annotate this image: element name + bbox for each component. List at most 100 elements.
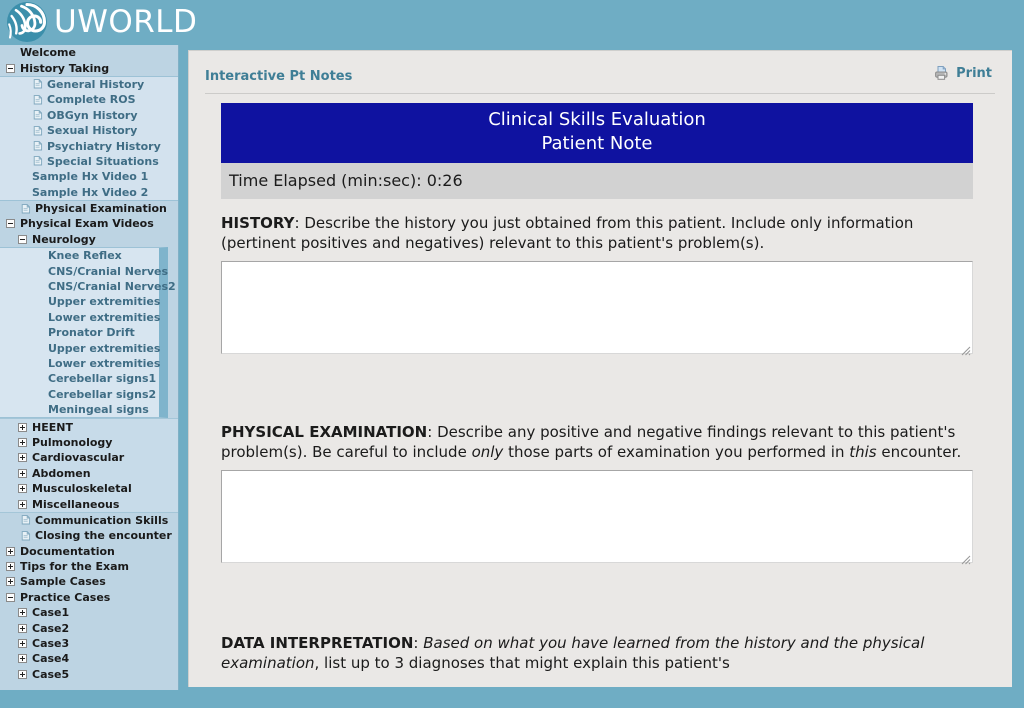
sidebar-item-tips-for-the-exam[interactable]: Tips for the Exam	[0, 559, 178, 574]
collapse-toggle-physical-exam-videos[interactable]	[6, 219, 15, 229]
sidebar-item-label: OBGyn History	[47, 108, 138, 122]
sidebar-item-sample-cases[interactable]: Sample Cases	[0, 574, 178, 589]
collapse-toggle-neurology[interactable]	[18, 234, 27, 244]
sidebar-item-case4[interactable]: Case4	[0, 651, 178, 666]
expand-toggle-documentation[interactable]	[6, 546, 15, 556]
sidebar-item-label: General History	[47, 77, 145, 91]
expand-toggle-case4[interactable]	[18, 654, 27, 664]
print-label: Print	[956, 65, 992, 81]
sidebar-item-label: Case2	[32, 621, 70, 635]
sidebar-item-upper-extremities[interactable]: Upper extremities	[0, 340, 160, 355]
expand-toggle-tips-for-the-exam[interactable]	[6, 562, 15, 572]
sidebar-item-label: Lower extremities	[48, 357, 161, 370]
sidebar-item-case3[interactable]: Case3	[0, 636, 178, 651]
sidebar-item-pronator-drift[interactable]: Pronator Drift	[0, 325, 159, 340]
sidebar-item-psychiatry-history[interactable]: Psychiatry History	[0, 138, 178, 153]
history-prompt: HISTORY: Describe the history you just o…	[221, 213, 973, 253]
sidebar-item-special-situations[interactable]: Special Situations	[0, 154, 178, 169]
document-icon	[33, 141, 43, 151]
sidebar-item-complete-ros[interactable]: Complete ROS	[0, 92, 178, 107]
sidebar-item-label: Special Situations	[47, 154, 159, 168]
sidebar-item-label: Practice Cases	[20, 590, 111, 604]
sidebar-item-communication-skills[interactable]: Communication Skills	[0, 513, 178, 528]
sidebar-item-label: Sample Cases	[20, 575, 106, 589]
expand-toggle-pulmonology[interactable]	[18, 437, 27, 447]
physical-exam-textarea[interactable]	[221, 470, 973, 563]
sidebar-item-physical-examination[interactable]: Physical Examination	[0, 201, 178, 216]
sidebar-item-label: Psychiatry History	[47, 139, 161, 153]
physical-exam-em-2: this	[849, 443, 877, 461]
sidebar-item-pulmonology[interactable]: Pulmonology	[0, 435, 178, 450]
document-icon	[33, 125, 43, 136]
sidebar-item-welcome[interactable]: Welcome	[0, 45, 178, 60]
physical-exam-text-3: encounter.	[876, 443, 962, 461]
expand-toggle-heent[interactable]	[18, 422, 27, 432]
nav-group: General History Complete ROS OBGyn History…	[0, 75, 178, 201]
sidebar-item-physical-exam-videos[interactable]: Physical Exam Videos	[0, 216, 178, 231]
expand-toggle-abdomen[interactable]	[18, 468, 27, 478]
sidebar-item-cns-cranial-nerves[interactable]: CNS/Cranial Nerves	[0, 263, 168, 278]
sidebar-item-label: Musculoskeletal	[32, 482, 132, 496]
sidebar-item-closing-the-encounter[interactable]: Closing the encounter	[0, 528, 178, 543]
sidebar-item-label: Knee Reflex	[48, 249, 122, 263]
sidebar-item-history-taking[interactable]: History Taking	[0, 60, 178, 75]
document-icon	[21, 530, 31, 541]
expand-toggle-case3[interactable]	[18, 639, 27, 649]
sidebar-item-cns-cranial-nerves2[interactable]: CNS/Cranial Nerves2	[0, 279, 176, 294]
sidebar-item-label: Closing the encounter	[35, 529, 172, 543]
sidebar-item-label: HEENT	[32, 420, 73, 434]
collapse-toggle-practice-cases[interactable]	[6, 592, 15, 602]
sidebar-item-label: CNS/Cranial Nerves	[48, 264, 169, 278]
collapse-toggle-history-taking[interactable]	[6, 63, 15, 73]
sidebar-item-neurology[interactable]: Neurology	[0, 232, 178, 247]
sidebar-item-label: Physical Exam Videos	[20, 217, 154, 231]
sidebar-item-label: Complete ROS	[47, 93, 136, 107]
sidebar-item-practice-cases[interactable]: Practice Cases	[0, 590, 178, 605]
sidebar-item-musculoskeletal[interactable]: Musculoskeletal	[0, 481, 178, 496]
expand-toggle-miscellaneous[interactable]	[18, 499, 27, 509]
data-interpretation-heading: DATA INTERPRETATION	[221, 634, 414, 652]
sidebar-item-lower-extremities[interactable]: Lower extremities	[0, 310, 160, 325]
expand-toggle-sample-cases[interactable]	[6, 577, 15, 587]
document-icon	[21, 203, 31, 214]
sidebar-item-miscellaneous[interactable]: Miscellaneous	[0, 496, 178, 511]
sidebar-item-sexual-history[interactable]: Sexual History	[0, 123, 178, 138]
sidebar-item-cerebellar-signs2[interactable]: Cerebellar signs2	[0, 387, 159, 402]
sidebar-item-abdomen[interactable]: Abdomen	[0, 466, 178, 481]
sidebar-item-documentation[interactable]: Documentation	[0, 544, 178, 559]
sidebar-item-case2[interactable]: Case2	[0, 620, 178, 635]
expand-toggle-cardiovascular[interactable]	[18, 453, 27, 463]
sidebar-item-general-history[interactable]: General History	[0, 77, 178, 92]
expand-toggle-musculoskeletal[interactable]	[18, 484, 27, 494]
print-button[interactable]: Print	[933, 64, 992, 82]
expand-toggle-case2[interactable]	[18, 623, 27, 633]
history-prompt-text: : Describe the history you just obtained…	[221, 214, 914, 252]
sidebar-navigation[interactable]: Welcome History Taking General History Comp…	[0, 45, 179, 690]
sidebar-item-cerebellar-signs1[interactable]: Cerebellar signs1	[0, 371, 159, 386]
sidebar-item-sample-hx-video-1[interactable]: Sample Hx Video 1	[0, 169, 178, 184]
nav-group: Knee Reflex CNS/Cranial Nerves CNS/Cranial…	[0, 247, 176, 419]
sidebar-item-cardiovascular[interactable]: Cardiovascular	[0, 450, 178, 465]
sidebar-item-knee-reflex[interactable]: Knee Reflex	[0, 248, 159, 263]
sidebar-item-label: Sample Hx Video 1	[32, 170, 149, 184]
sidebar-item-label: Cerebellar signs1	[48, 372, 157, 386]
sidebar-item-case1[interactable]: Case1	[0, 605, 178, 620]
sidebar-item-obgyn-history[interactable]: OBGyn History	[0, 108, 178, 123]
sidebar-item-meningeal-signs[interactable]: Meningeal signs	[0, 402, 159, 417]
physical-exam-prompt: PHYSICAL EXAMINATION: Describe any posit…	[221, 422, 973, 462]
expand-toggle-case5[interactable]	[18, 669, 27, 679]
data-interpretation-text-2: , list up to 3 diagnoses that might expl…	[314, 654, 730, 672]
brand-logo[interactable]: UWORLD	[6, 1, 197, 43]
document-icon	[33, 110, 43, 120]
data-interpretation-text-1: :	[413, 634, 424, 652]
sidebar-item-heent[interactable]: HEENT	[0, 419, 178, 434]
sidebar-item-case5[interactable]: Case5	[0, 667, 178, 682]
history-textarea[interactable]	[221, 261, 973, 354]
sidebar-item-sample-hx-video-2[interactable]: Sample Hx Video 2	[0, 185, 178, 200]
document-icon	[33, 156, 43, 166]
sidebar-item-label: Documentation	[20, 544, 115, 558]
sidebar-item-lower-extremities[interactable]: Lower extremities	[0, 356, 161, 371]
sidebar-item-label: Case5	[32, 667, 70, 681]
expand-toggle-case1[interactable]	[18, 608, 27, 618]
sidebar-item-upper-extremities[interactable]: Upper extremities	[0, 294, 160, 309]
